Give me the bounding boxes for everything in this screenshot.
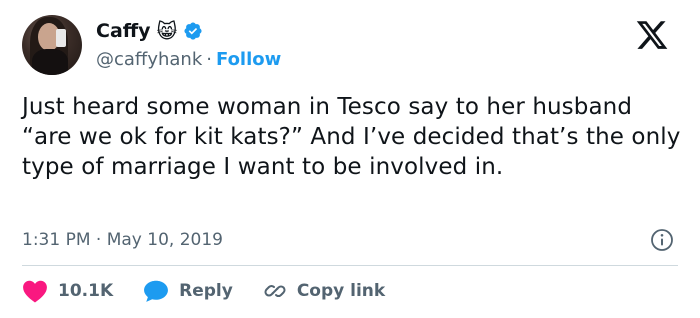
heart-icon [23,280,47,303]
author-name-row: Caffy 😸 [96,19,203,43]
author-name[interactable]: Caffy [96,19,151,43]
action-bar: 10.1K Reply Copy link [22,276,415,306]
info-icon[interactable] [650,228,674,252]
copy-link-label: Copy link [296,281,386,301]
author-handle[interactable]: @caffyhank [96,49,202,70]
copy-link-button[interactable]: Copy link [263,279,385,303]
reply-label: Reply [179,281,233,301]
link-icon [264,284,286,298]
verified-badge-icon [184,22,202,40]
cat-emoji: 😸 [156,19,178,43]
tweet-timestamp[interactable]: 1:31 PM · May 10, 2019 [22,229,223,251]
separator-dot: · [206,49,212,70]
author-handle-row: @caffyhank · Follow [96,49,281,71]
follow-button[interactable]: Follow [216,49,281,70]
x-logo-icon[interactable] [634,18,670,52]
tweet-card: Caffy 😸 @caffyhank · Follow Just heard som… [0,0,700,318]
like-button[interactable]: 10.1K [22,279,113,303]
like-count: 10.1K [58,281,114,301]
reply-button[interactable]: Reply [143,279,233,303]
tweet-text: Just heard some woman in Tesco say to he… [22,94,681,180]
avatar[interactable] [22,15,82,75]
divider [22,265,678,266]
reply-bubble-icon [144,280,169,302]
